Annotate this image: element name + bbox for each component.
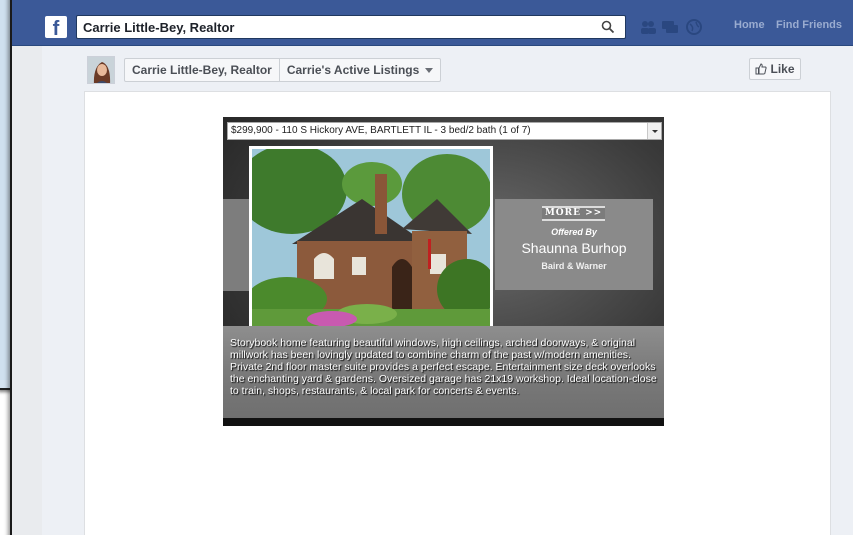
search-input[interactable]	[83, 19, 583, 36]
like-label: Like	[770, 62, 795, 76]
nav-home-link[interactable]: Home	[734, 19, 765, 31]
agent-name: Shaunna Burhop	[521, 240, 627, 256]
page-header: Carrie Little-Bey, Realtor Carrie's Acti…	[44, 46, 853, 90]
listing-description: Storybook home featuring beautiful windo…	[230, 337, 657, 397]
agent-company: Baird & Warner	[541, 261, 607, 271]
search-box[interactable]	[76, 15, 626, 39]
house-image	[252, 149, 490, 331]
facebook-top-bar: f Home Find Friends	[12, 0, 853, 46]
house-photo[interactable]	[249, 146, 493, 334]
messages-icon[interactable]	[661, 18, 679, 36]
breadcrumb-tab-dropdown[interactable]: Carrie's Active Listings	[278, 59, 440, 81]
listing-selector-dropdown[interactable]: $299,900 - 110 S Hickory AVE, BARTLETT I…	[227, 122, 662, 140]
agent-info-box: MORE >> Offered By Shaunna Burhop Baird …	[495, 199, 653, 290]
listing-widget: $299,900 - 110 S Hickory AVE, BARTLETT I…	[223, 117, 664, 426]
page-avatar[interactable]	[87, 56, 115, 84]
more-button[interactable]: MORE >>	[542, 206, 605, 221]
breadcrumb: Carrie Little-Bey, Realtor Carrie's Acti…	[124, 58, 442, 82]
dropdown-arrow-icon[interactable]	[647, 123, 661, 139]
caret-down-icon	[425, 67, 434, 73]
offered-by-label: Offered By	[551, 227, 597, 237]
globe-icon[interactable]	[685, 18, 703, 36]
like-button[interactable]: Like	[749, 58, 801, 80]
nav-find-friends-link[interactable]: Find Friends	[776, 19, 842, 31]
listing-bottom-bar	[223, 418, 664, 426]
description-box: Storybook home featuring beautiful windo…	[223, 326, 664, 418]
thumb-up-icon	[755, 63, 768, 75]
facebook-logo-icon[interactable]: f	[45, 16, 67, 38]
search-icon[interactable]	[601, 20, 615, 34]
friends-icon[interactable]	[639, 18, 657, 36]
breadcrumb-page-name[interactable]: Carrie Little-Bey, Realtor	[125, 59, 279, 81]
